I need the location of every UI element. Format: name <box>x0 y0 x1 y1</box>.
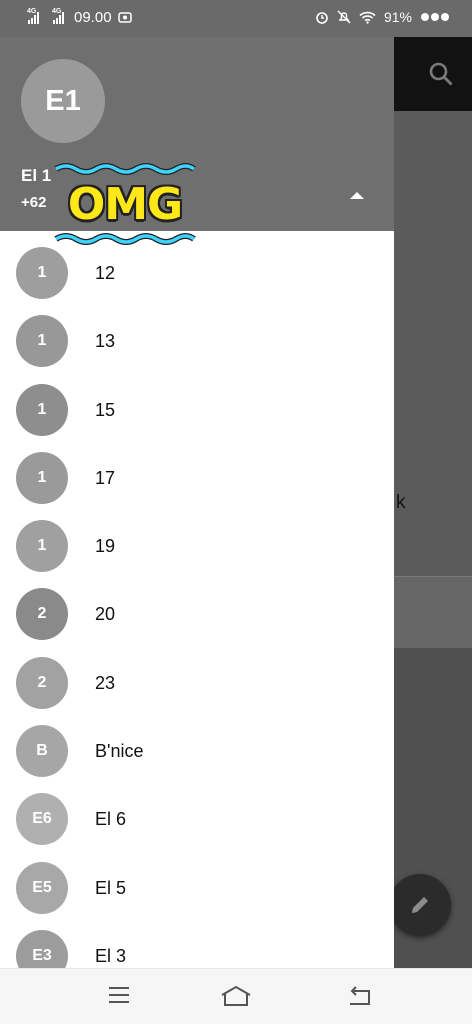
contact-name: 20 <box>95 604 116 625</box>
pencil-icon <box>412 897 428 913</box>
account-phone: +62 <box>21 194 47 211</box>
contact-list-item[interactable]: 2 23 <box>0 641 394 709</box>
contact-name: B'nice <box>95 741 144 762</box>
battery-icon <box>421 13 449 21</box>
background-app: k <box>394 37 472 968</box>
contact-avatar: E3 <box>16 929 68 968</box>
account-avatar[interactable]: E1 <box>21 59 105 143</box>
contact-avatar: 1 <box>16 383 68 436</box>
contact-name: 15 <box>95 399 116 420</box>
contact-avatar: 1 <box>16 451 68 504</box>
mute-icon <box>337 10 351 24</box>
contact-name: El 5 <box>95 877 127 898</box>
contact-list-item[interactable]: 1 12 <box>0 231 394 299</box>
drawer-header: E1 El 1 +62 OMG <box>0 37 394 245</box>
contact-avatar: 1 <box>16 247 68 299</box>
signal-icon: 4G <box>27 8 39 24</box>
contact-list-item[interactable]: B B'nice <box>0 709 394 778</box>
contact-list-item[interactable]: E3 El 3 <box>0 914 394 968</box>
contact-list-item[interactable]: E5 El 5 <box>0 846 394 914</box>
contact-avatar: 1 <box>16 520 68 573</box>
background-text: k <box>396 492 406 513</box>
sticker-text: OMG <box>67 179 183 230</box>
contact-avatar: 2 <box>16 656 68 709</box>
background-band <box>394 576 472 648</box>
contact-list-item[interactable]: E6 El 6 <box>0 777 394 846</box>
battery-percentage: 91% <box>383 9 412 25</box>
contact-avatar: 1 <box>16 315 68 368</box>
alarm-icon <box>316 12 328 24</box>
notification-icon <box>117 12 132 23</box>
wifi-icon <box>359 11 376 24</box>
contact-name: 13 <box>95 331 116 352</box>
contact-avatar: B <box>16 725 68 778</box>
contact-name: El 3 <box>95 945 127 966</box>
contact-list-item[interactable]: 1 13 <box>0 299 394 368</box>
back-icon[interactable] <box>347 985 373 1007</box>
status-bar: 4G 4G 09.00 91% <box>0 0 472 37</box>
contact-list-item[interactable]: 1 17 <box>0 436 394 504</box>
search-icon[interactable] <box>428 61 454 87</box>
contact-avatar: 2 <box>16 588 68 641</box>
contact-name: El 6 <box>95 809 127 830</box>
contact-list-item[interactable]: 2 20 <box>0 572 394 641</box>
contact-list: 1 12 1 13 1 15 1 17 1 19 2 20 2 23 B B'nice E6 El 6 E5 El 5… <box>0 231 394 968</box>
account-name: El 1 <box>21 166 52 185</box>
contact-avatar: E5 <box>16 861 68 914</box>
home-icon[interactable] <box>220 985 252 1007</box>
system-navigation-bar <box>0 968 472 1024</box>
navigation-drawer: E1 El 1 +62 OMG 1 12 1 13 1 15 1 17 1 19 2 20 2 23 B B'… <box>0 37 394 968</box>
contact-avatar: E6 <box>16 793 68 846</box>
contact-name: 19 <box>95 536 116 557</box>
contact-list-item[interactable]: 1 19 <box>0 504 394 573</box>
menu-icon[interactable] <box>107 985 131 1005</box>
clock: 09.00 <box>74 9 112 26</box>
background-toolbar <box>394 37 472 111</box>
contact-name: 12 <box>95 263 116 283</box>
signal-icon: 4G <box>52 8 64 24</box>
account-switcher-arrow[interactable] <box>350 192 364 199</box>
contact-name: 23 <box>95 672 116 693</box>
contact-list-item[interactable]: 1 15 <box>0 368 394 436</box>
contact-name: 17 <box>95 467 116 488</box>
